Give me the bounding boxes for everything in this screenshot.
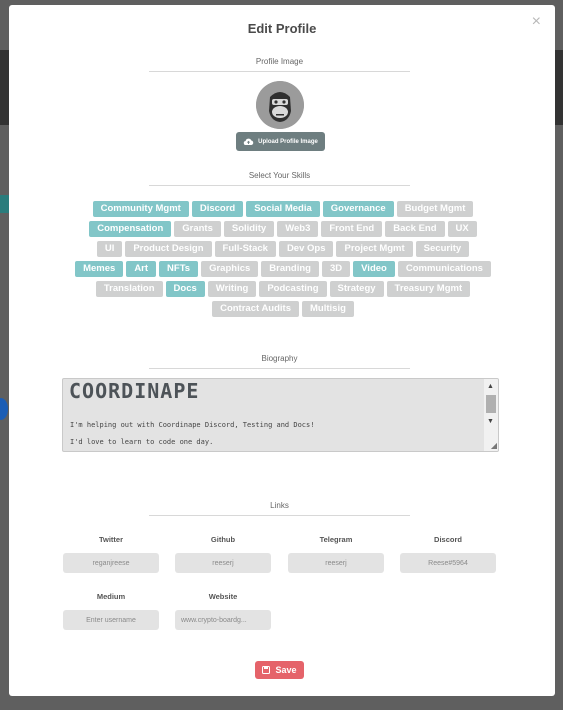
save-button-label: Save [275,665,297,675]
save-icon [262,666,271,674]
close-icon[interactable]: × [532,13,541,31]
backdrop-left [0,50,9,125]
skill-chip[interactable]: Front End [321,221,383,237]
skill-row: UI Product Design Full-Stack Dev Ops Project… [63,241,503,257]
skill-row: Community Mgmt Discord Social Media Governa… [63,201,503,217]
medium-label: Medium [96,592,126,601]
telegram-field[interactable]: reeserj [288,553,384,573]
discord-field[interactable]: Reese#5964 [400,553,496,573]
skills-list: Community Mgmt Discord Social Media Governa… [63,201,503,321]
skill-chip[interactable]: Communications [397,261,491,277]
skill-chip[interactable]: Product Design [125,241,212,257]
skill-chip[interactable]: Social Media [246,201,320,217]
skill-chip[interactable]: Treasury Mgmt [386,281,471,297]
skill-chip[interactable]: 3D [321,261,351,277]
coordinape-logo-text: COORDINAPE [69,381,199,403]
skill-row: Memes Art NFTs Graphics Branding 3D Video Commu… [63,261,503,277]
backdrop-dot [0,398,8,420]
scroll-up-icon[interactable]: ▲ [487,383,494,390]
scroll-thumb[interactable] [486,395,496,413]
resize-handle-icon[interactable]: ◢ [491,441,497,450]
skill-chip[interactable]: Budget Mgmt [396,201,474,217]
skill-chip[interactable]: Video [353,261,395,277]
skill-chip[interactable]: Contract Audits [212,301,299,317]
skill-chip[interactable]: Writing [207,281,257,297]
skill-chip[interactable]: Back End [385,221,445,237]
skill-chip[interactable]: Governance [322,201,394,217]
backdrop-badge [0,195,9,213]
skill-chip[interactable]: Docs [165,281,205,297]
twitter-label: Twitter [98,535,124,544]
backdrop-right [555,50,563,125]
skill-chip[interactable]: Grants [174,221,221,237]
website-field[interactable]: www.crypto-boardg... [175,610,271,630]
links-heading: Links [149,501,410,516]
skill-chip[interactable]: Project Mgmt [336,241,413,257]
discord-label: Discord [434,535,462,544]
skill-chip[interactable]: Multisig [302,301,354,317]
skill-chip[interactable]: NFTs [159,261,199,277]
skill-chip[interactable]: Security [415,241,470,257]
biography-textarea[interactable]: COORDINAPE I'm helping out with Coordina… [62,378,499,452]
upload-button-label: Upload Profile Image [258,138,318,145]
skill-chip[interactable]: Discord [191,201,244,217]
skill-chip[interactable]: Strategy [329,281,384,297]
skill-chip[interactable]: UI [96,241,123,257]
skill-chip[interactable]: Memes [75,261,124,277]
skill-chip[interactable]: Graphics [201,261,259,277]
scroll-down-icon[interactable]: ▼ [487,418,494,425]
skill-chip[interactable]: Web3 [277,221,319,237]
skill-row: Translation Docs Writing Podcasting Strategy… [63,281,503,297]
skill-chip[interactable]: Podcasting [259,281,327,297]
github-label: Github [210,535,236,544]
github-field[interactable]: reeserj [175,553,271,573]
skill-row: Contract Audits Multisig [63,301,503,317]
profile-image-heading: Profile Image [149,57,410,72]
skill-chip[interactable]: Art [126,261,157,277]
skill-chip[interactable]: Dev Ops [278,241,334,257]
skill-row: Compensation Grants Solidity Web3 Front End B… [63,221,503,237]
ape-avatar-icon[interactable] [256,81,304,129]
skills-heading: Select Your Skills [149,171,410,186]
skill-chip[interactable]: UX [447,221,477,237]
edit-profile-modal: Edit Profile × Profile Image Upload Prof… [9,5,555,696]
twitter-field[interactable]: reganjreese [63,553,159,573]
skill-chip[interactable]: Compensation [89,221,172,237]
skill-chip[interactable]: Solidity [223,221,275,237]
skill-chip[interactable]: Branding [261,261,319,277]
cloud-upload-icon [243,138,254,145]
modal-title: Edit Profile [247,21,317,36]
save-button[interactable]: Save [255,661,304,679]
skill-chip[interactable]: Translation [95,281,163,297]
skill-chip[interactable]: Community Mgmt [92,201,189,217]
website-label: Website [208,592,238,601]
telegram-label: Telegram [319,535,353,544]
bio-line-1: I'm helping out with Coordinape Discord,… [70,421,315,429]
medium-field[interactable]: Enter username [63,610,159,630]
bio-line-2: I'd love to learn to code one day. [70,438,214,446]
biography-heading: Biography [149,354,410,369]
coordinape-logo: COORDINAPE [69,379,229,408]
upload-profile-image-button[interactable]: Upload Profile Image [236,132,325,151]
skill-chip[interactable]: Full-Stack [214,241,276,257]
